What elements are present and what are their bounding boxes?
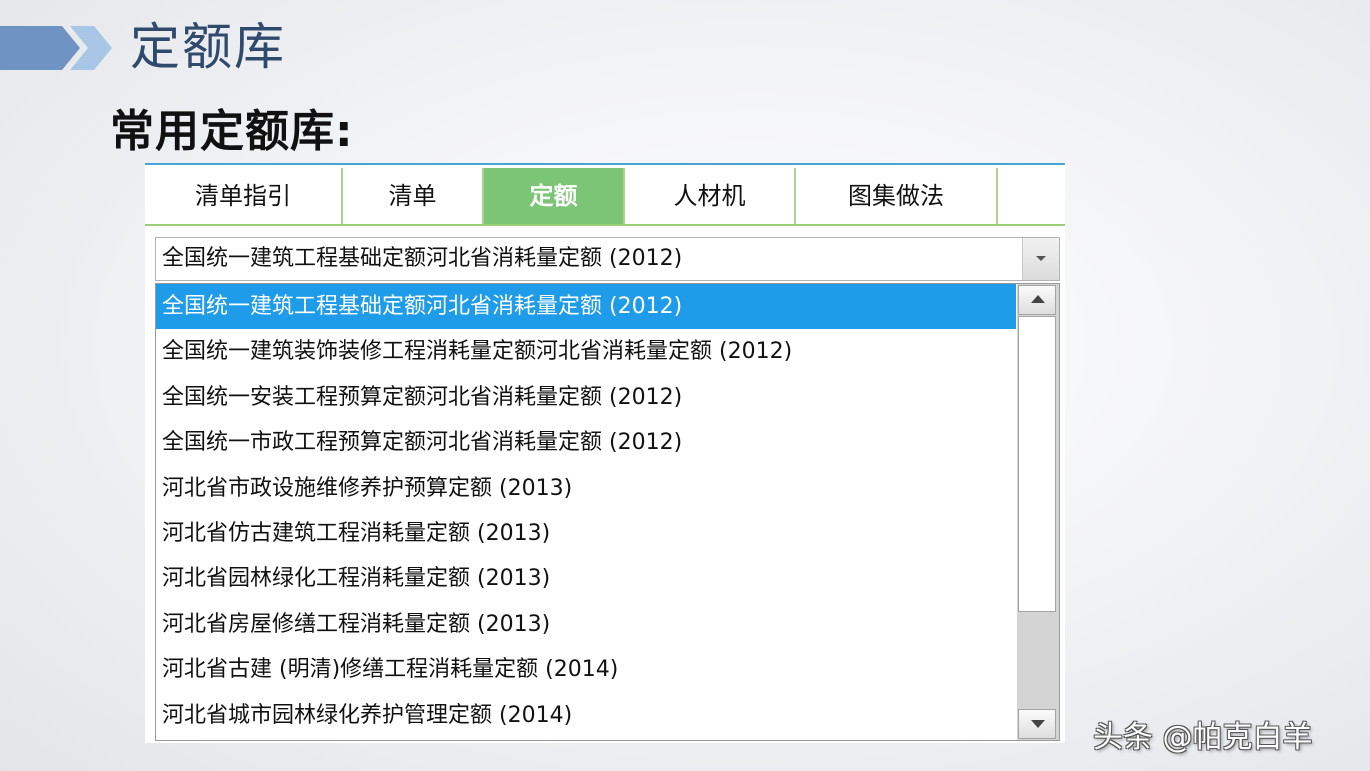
vertical-scrollbar[interactable]	[1017, 284, 1059, 740]
dropdown-option[interactable]: 河北省仿古建筑工程消耗量定额 (2013)	[156, 511, 1016, 556]
scrollbar-thumb[interactable]	[1018, 316, 1056, 612]
scroll-down-button[interactable]	[1018, 709, 1056, 739]
dropdown-option[interactable]: 全国统一建筑装饰装修工程消耗量定额河北省消耗量定额 (2012)	[156, 329, 1016, 374]
arrow-up-icon	[1031, 295, 1045, 303]
dropdown-option[interactable]: 全国统一建筑工程基础定额河北省消耗量定额 (2012)	[156, 284, 1016, 330]
dropdown-button[interactable]	[1022, 238, 1059, 280]
slide-title: 定额库	[130, 18, 286, 76]
watermark: 头条 @帕克白羊	[1093, 720, 1313, 755]
dropdown-options: 全国统一建筑工程基础定额河北省消耗量定额 (2012) 全国统一建筑装饰装修工程消…	[156, 284, 1016, 738]
quota-library-panel: 清单指引 清单 定额 人材机 图集做法 全国统一建筑工程基础定额河北省消耗量定额…	[145, 163, 1065, 743]
tab-atlas-method[interactable]: 图集做法	[796, 168, 998, 224]
chevron-down-icon	[1036, 256, 1046, 261]
title-arrow-icon	[0, 26, 112, 70]
dropdown-option[interactable]: 河北省古建 (明清)修缮工程消耗量定额 (2014)	[156, 647, 1016, 692]
dropdown-option[interactable]: 全国统一市政工程预算定额河北省消耗量定额 (2012)	[156, 420, 1016, 465]
tab-quota[interactable]: 定额	[484, 168, 625, 224]
tab-list[interactable]: 清单	[343, 168, 484, 224]
dropdown-option[interactable]: 河北省房屋修缮工程消耗量定额 (2013)	[156, 602, 1016, 647]
tab-list-guide[interactable]: 清单指引	[145, 168, 343, 224]
dropdown-list: 全国统一建筑工程基础定额河北省消耗量定额 (2012) 全国统一建筑装饰装修工程消…	[155, 283, 1060, 741]
quota-library-select[interactable]: 全国统一建筑工程基础定额河北省消耗量定额 (2012)	[155, 237, 1060, 281]
select-current-value: 全国统一建筑工程基础定额河北省消耗量定额 (2012)	[162, 246, 683, 271]
dropdown-option[interactable]: 河北省城市园林绿化养护管理定额 (2014)	[156, 693, 1016, 738]
slide-subtitle: 常用定额库:	[110, 106, 354, 157]
arrow-down-icon	[1031, 720, 1045, 728]
dropdown-option[interactable]: 全国统一安装工程预算定额河北省消耗量定额 (2012)	[156, 375, 1016, 420]
tab-labor-material-machine[interactable]: 人材机	[625, 168, 796, 224]
scroll-up-button[interactable]	[1018, 285, 1056, 315]
dropdown-option[interactable]: 河北省市政设施维修养护预算定额 (2013)	[156, 466, 1016, 511]
dropdown-option[interactable]: 河北省园林绿化工程消耗量定额 (2013)	[156, 556, 1016, 601]
tab-bar-filler	[998, 168, 1065, 224]
tab-bar: 清单指引 清单 定额 人材机 图集做法	[145, 168, 1065, 226]
